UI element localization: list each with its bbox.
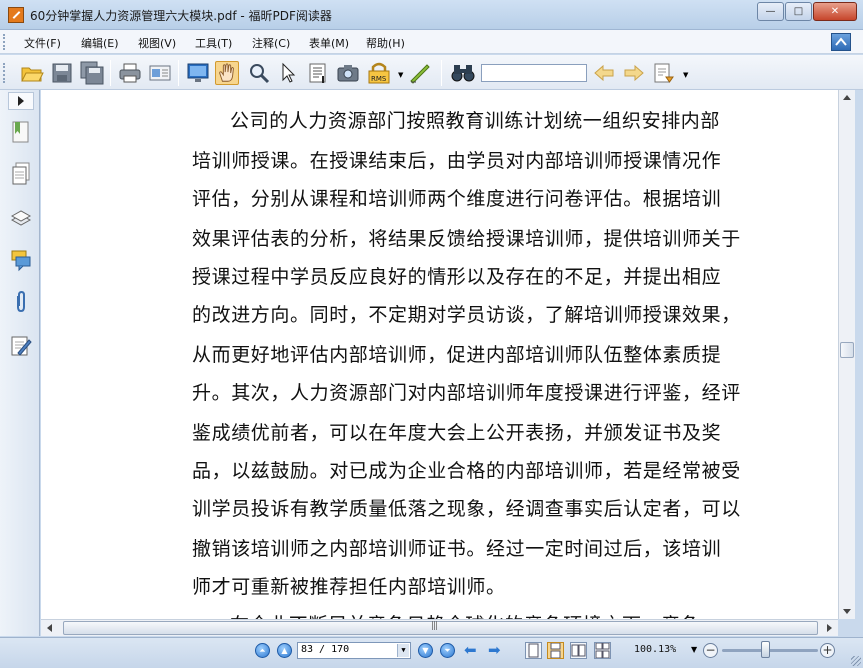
scroll-left-arrow-icon[interactable] xyxy=(47,624,52,632)
facing-view-icon[interactable] xyxy=(570,642,587,659)
pages-panel-icon[interactable] xyxy=(10,162,32,186)
find-previous-icon[interactable] xyxy=(592,61,616,85)
doc-text-line: 鉴成绩优前者，可以在年度大会上公开表扬，并颁发证书及奖 xyxy=(192,422,722,444)
doc-text-line: 品，以兹鼓励。对已成为企业合格的内部培训师，若是经常被受 xyxy=(192,460,741,482)
next-view-icon[interactable]: ➡ xyxy=(488,643,501,658)
doc-text-line: 公司的人力资源部门按照教育训练计划统一组织安排内部 xyxy=(230,110,721,132)
menu-grip-icon xyxy=(3,34,6,50)
help-corner-icon[interactable] xyxy=(831,33,851,51)
email-icon[interactable] xyxy=(148,61,172,85)
save-icon[interactable] xyxy=(50,61,74,85)
comments-panel-icon[interactable] xyxy=(10,248,32,272)
find-options-dropdown-icon[interactable]: ▼ xyxy=(683,71,688,79)
title-bar: 60分钟掌握人力资源管理六大模块.pdf - 福昕PDF阅读器 — □ ✕ xyxy=(0,0,863,30)
doc-text-line: 师才可重新被推荐担任内部培训师。 xyxy=(192,576,506,598)
menu-help[interactable]: 帮助(H) xyxy=(366,35,405,51)
doc-text-line: 撤销该培训师之内部培训师证书。经过一定时间过后，该培训 xyxy=(192,538,722,560)
zoom-slider-thumb[interactable] xyxy=(760,641,770,658)
first-page-icon[interactable]: ⏶ xyxy=(255,643,270,658)
zoom-in-icon[interactable]: + xyxy=(820,643,835,658)
resize-grip-icon[interactable] xyxy=(851,656,861,666)
doc-text-line: 从而更好地评估内部培训师，促进内部培训师队伍整体素质提 xyxy=(192,344,722,366)
toolbar-separator xyxy=(178,60,179,86)
foxit-app-icon xyxy=(8,7,24,23)
menu-file[interactable]: 文件(F) xyxy=(24,35,61,51)
text-select-icon[interactable] xyxy=(306,61,330,85)
menu-comments[interactable]: 注释(C) xyxy=(252,35,290,51)
doc-text-line: 训学员投诉有教学质量低落之现象，经调查事实后认定者，可以 xyxy=(192,498,741,520)
page-number-input[interactable]: 83 / 170 ▼ xyxy=(297,642,411,659)
vertical-scroll-thumb[interactable] xyxy=(840,342,854,358)
menu-tools[interactable]: 工具(T) xyxy=(195,35,232,51)
attachments-panel-icon[interactable] xyxy=(10,290,32,314)
doc-text-line: 授课过程中学员反应良好的情形以及存在的不足，并提出相应 xyxy=(192,266,722,288)
main-toolbar: RMS ▼ ▼ xyxy=(0,55,863,90)
window-title: 60分钟掌握人力资源管理六大模块.pdf - 福昕PDF阅读器 xyxy=(30,9,332,23)
open-icon[interactable] xyxy=(20,61,44,85)
zoom-tool-icon[interactable] xyxy=(247,61,271,85)
close-button[interactable]: ✕ xyxy=(813,2,857,21)
next-page-icon[interactable]: ▼ xyxy=(418,643,433,658)
window-controls: — □ ✕ xyxy=(757,2,857,21)
layers-panel-icon[interactable] xyxy=(10,206,32,230)
select-tool-icon[interactable] xyxy=(276,61,300,85)
horizontal-scroll-thumb[interactable] xyxy=(63,621,818,635)
scroll-down-arrow-icon[interactable] xyxy=(843,609,851,614)
fullscreen-icon[interactable] xyxy=(186,61,210,85)
zoom-dropdown-icon[interactable]: ▼ xyxy=(691,645,697,654)
snapshot-icon[interactable] xyxy=(336,61,360,85)
find-input[interactable] xyxy=(481,64,587,82)
print-icon[interactable] xyxy=(118,61,142,85)
page-number-value: 83 / 170 xyxy=(301,644,350,655)
panel-expand-button[interactable] xyxy=(8,92,34,110)
sign-icon[interactable] xyxy=(408,61,432,85)
status-bar: ⏶ ▲ 83 / 170 ▼ ▼ ⏷ ⬅ ➡ 100.13% ▼ − + xyxy=(0,637,863,668)
navigation-panel xyxy=(0,90,40,636)
menu-view[interactable]: 视图(V) xyxy=(138,35,176,51)
scroll-up-arrow-icon[interactable] xyxy=(843,95,851,100)
find-next-icon[interactable] xyxy=(622,61,646,85)
single-page-view-icon[interactable] xyxy=(525,642,542,659)
continuous-facing-view-icon[interactable] xyxy=(594,642,611,659)
toolbar-separator xyxy=(110,60,111,86)
menu-forms[interactable]: 表单(M) xyxy=(309,35,349,51)
doc-text-line-partial: 在企业不断兄并竞争日趋全球化的竞争环境之下，竞争 xyxy=(230,610,785,619)
continuous-view-icon[interactable] xyxy=(547,642,564,659)
bookmarks-panel-icon[interactable] xyxy=(10,120,32,144)
save-all-icon[interactable] xyxy=(80,61,104,85)
rms-label: RMS xyxy=(371,75,387,83)
signatures-panel-icon[interactable] xyxy=(10,334,32,358)
menu-bar: 文件(F) 编辑(E) 视图(V) 工具(T) 注释(C) 表单(M) 帮助(H… xyxy=(0,30,863,54)
last-page-icon[interactable]: ⏷ xyxy=(440,643,455,658)
doc-text-line: 效果评估表的分析，将结果反馈给授课培训师，提供培训师关于 xyxy=(192,228,741,250)
expand-arrow-icon xyxy=(18,96,24,106)
doc-text-line: 评估，分别从课程和培训师两个维度进行问卷评估。根据培训 xyxy=(192,188,722,210)
horizontal-scrollbar[interactable] xyxy=(41,619,838,636)
find-options-icon[interactable] xyxy=(652,61,676,85)
page-dropdown-icon[interactable]: ▼ xyxy=(397,644,409,657)
rms-lock-icon[interactable]: RMS xyxy=(366,61,390,85)
minimize-button[interactable]: — xyxy=(757,2,784,21)
previous-page-icon[interactable]: ▲ xyxy=(277,643,292,658)
hand-tool-icon[interactable] xyxy=(215,61,239,85)
vertical-scrollbar[interactable] xyxy=(838,90,855,619)
rms-dropdown-icon[interactable]: ▼ xyxy=(398,71,403,79)
scroll-right-arrow-icon[interactable] xyxy=(827,624,832,632)
document-page[interactable]: 公司的人力资源部门按照教育训练计划统一组织安排内部 培训师授课。在授课结束后，由… xyxy=(41,90,838,619)
doc-text-line: 培训师授课。在授课结束后，由学员对内部培训师授课情况作 xyxy=(192,150,722,172)
previous-view-icon[interactable]: ⬅ xyxy=(464,643,477,658)
zoom-out-icon[interactable]: − xyxy=(703,643,718,658)
zoom-slider-track[interactable] xyxy=(722,649,818,652)
menu-edit[interactable]: 编辑(E) xyxy=(81,35,119,51)
find-binoculars-icon[interactable] xyxy=(450,61,475,85)
doc-text-line: 的改进方向。同时，不定期对学员访谈，了解培训师授课效果， xyxy=(192,304,741,326)
maximize-button[interactable]: □ xyxy=(785,2,812,21)
toolbar-separator xyxy=(441,60,442,86)
toolbar-grip-icon xyxy=(3,63,6,83)
doc-text-line: 升。其次，人力资源部门对内部培训师年度授课进行评鉴，经评 xyxy=(192,382,741,404)
zoom-level[interactable]: 100.13% xyxy=(634,644,676,655)
